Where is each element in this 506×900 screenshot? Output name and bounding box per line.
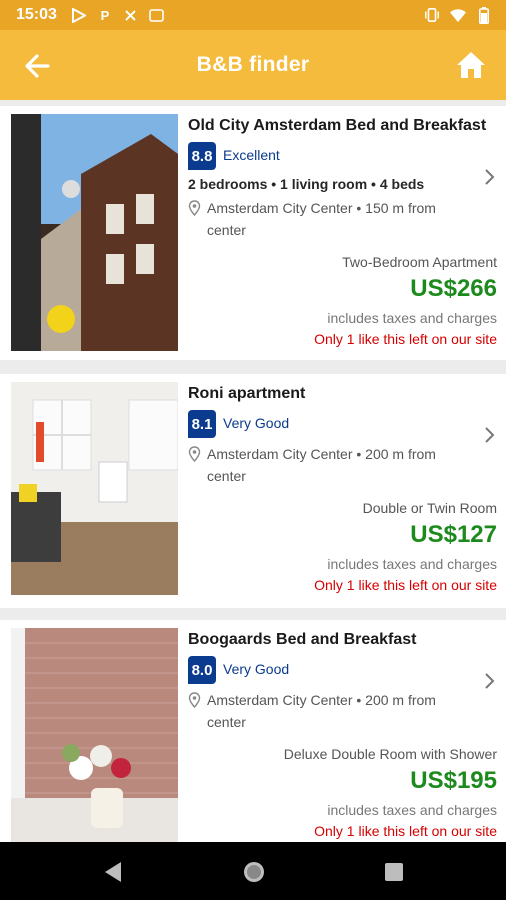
results-list[interactable]: Old City Amsterdam Bed and Breakfast 8.8…	[0, 100, 506, 842]
room-type: Two-Bedroom Apartment	[342, 254, 497, 270]
status-bar: 15:03 P	[0, 0, 506, 30]
listing-location: Amsterdam City Center • 200 m from cente…	[188, 689, 473, 733]
availability-notice: Only 1 like this left on our site	[314, 823, 497, 839]
price: US$127	[410, 521, 497, 548]
location-text: Amsterdam City Center • 150 m from cente…	[207, 200, 436, 238]
listing-photo[interactable]	[11, 628, 178, 842]
wifi-icon	[450, 7, 466, 23]
review-score-badge: 8.0	[188, 656, 216, 684]
listing-card[interactable]: Boogaards Bed and Breakfast 8.0 Very Goo…	[0, 620, 506, 842]
review-score-label: Excellent	[223, 147, 280, 163]
room-type: Deluxe Double Room with Shower	[283, 746, 497, 762]
chevron-right-icon[interactable]	[482, 168, 496, 186]
listing-name[interactable]: Old City Amsterdam Bed and Breakfast	[188, 117, 486, 135]
location-pin-icon	[188, 446, 201, 463]
price: US$195	[410, 767, 497, 794]
taxes-note: includes taxes and charges	[327, 556, 497, 572]
taxes-note: includes taxes and charges	[327, 310, 497, 326]
review-score-label: Very Good	[223, 661, 290, 677]
system-nav-bar	[0, 842, 506, 900]
room-summary: 2 bedrooms • 1 living room • 4 beds	[188, 176, 425, 192]
home-icon[interactable]	[454, 48, 488, 82]
parking-app-icon: P	[100, 7, 110, 23]
page-title: B&B finder	[196, 53, 310, 76]
listing-photo[interactable]	[11, 114, 178, 351]
nav-back-icon[interactable]	[103, 861, 123, 883]
sync-icon	[123, 7, 139, 23]
availability-notice: Only 1 like this left on our site	[314, 577, 497, 593]
taxes-note: includes taxes and charges	[327, 802, 497, 818]
location-pin-icon	[188, 200, 201, 217]
listing-card[interactable]: Old City Amsterdam Bed and Breakfast 8.8…	[0, 106, 506, 360]
availability-notice: Only 1 like this left on our site	[314, 331, 497, 347]
location-text: Amsterdam City Center • 200 m from cente…	[207, 692, 436, 730]
play-store-icon	[71, 7, 87, 23]
battery-icon	[476, 6, 492, 24]
nav-recents-icon[interactable]	[384, 862, 404, 882]
review-score-label: Very Good	[223, 415, 290, 431]
chevron-right-icon[interactable]	[482, 426, 496, 444]
listing-location: Amsterdam City Center • 200 m from cente…	[188, 443, 473, 487]
listing-location: Amsterdam City Center • 150 m from cente…	[188, 197, 473, 241]
review-score-badge: 8.1	[188, 410, 216, 438]
location-pin-icon	[188, 692, 201, 709]
app-bar: B&B finder	[0, 30, 506, 100]
listing-name[interactable]: Roni apartment	[188, 385, 305, 403]
listing-name[interactable]: Boogaards Bed and Breakfast	[188, 631, 417, 649]
location-text: Amsterdam City Center • 200 m from cente…	[207, 446, 436, 484]
chevron-right-icon[interactable]	[482, 672, 496, 690]
review-score-badge: 8.8	[188, 142, 216, 170]
vibrate-icon	[424, 7, 440, 23]
status-time: 15:03	[16, 6, 57, 23]
back-arrow-icon[interactable]	[20, 49, 54, 83]
sd-card-icon	[149, 7, 165, 23]
room-type: Double or Twin Room	[362, 500, 497, 516]
listing-photo[interactable]	[11, 382, 178, 595]
listing-card[interactable]: Roni apartment 8.1 Very Good Amsterdam C…	[0, 374, 506, 608]
nav-home-icon[interactable]	[242, 860, 266, 884]
price: US$266	[410, 275, 497, 302]
